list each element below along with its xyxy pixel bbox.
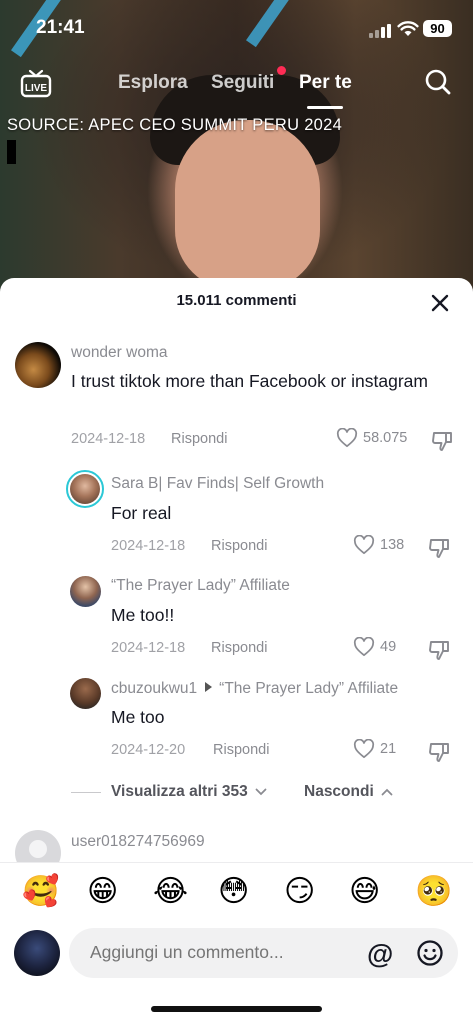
emoji-tears-of-joy[interactable]: 😂 (153, 875, 188, 909)
emoji-flushed[interactable]: 😳 (218, 875, 249, 909)
avatar[interactable] (70, 576, 101, 607)
search-icon[interactable] (424, 68, 452, 96)
like-button[interactable]: 138 (353, 535, 404, 555)
chevron-down-icon (255, 788, 267, 796)
reply-button[interactable]: Rispondi (213, 742, 269, 758)
avatar-story-ring[interactable] (66, 470, 104, 508)
comment-date: 2024-12-18 (71, 431, 146, 447)
emoji-quick-bar: 🥰 😁 😂 😳 😏 😅 🥺 (0, 862, 473, 922)
heart-icon (336, 428, 358, 448)
emoji-pleading[interactable]: 🥺 (415, 875, 452, 909)
mention-button[interactable]: @ (367, 939, 393, 970)
heart-icon (353, 739, 375, 759)
reply-item: Sara B| Fav Finds| Self Growth For real … (0, 468, 473, 564)
comment-username[interactable]: Sara B| Fav Finds| Self Growth (111, 475, 324, 493)
comment-text: I trust tiktok more than Facebook or ins… (71, 371, 428, 391)
comment-username-line: cbuzoukwu1 “The Prayer Lady” Affiliate (111, 680, 398, 698)
like-count: 21 (380, 741, 397, 757)
like-button[interactable]: 21 (353, 739, 396, 759)
caption-bar (7, 140, 16, 164)
feed-top-navigation: LIVE Esplora Seguiti Per te (0, 62, 473, 112)
avatar[interactable] (70, 678, 101, 709)
video-person-face (175, 120, 320, 290)
avatar (70, 474, 100, 504)
video-source-caption: SOURCE: APEC CEO SUMMIT PERU 2024 (7, 116, 343, 134)
dislike-icon[interactable] (428, 537, 452, 559)
emoji-smiling-hearts[interactable]: 🥰 (22, 875, 59, 909)
divider-line (71, 792, 101, 793)
comments-count-title: 15.011 commenti (176, 292, 297, 309)
like-button[interactable]: 49 (353, 637, 396, 657)
home-indicator[interactable] (151, 1006, 322, 1012)
comment-username[interactable]: user018274756969 (71, 833, 205, 851)
battery-indicator: 90 (423, 20, 452, 37)
comment-input-box[interactable]: @ (69, 928, 458, 978)
comment-username[interactable]: cbuzoukwu1 (111, 680, 197, 697)
tab-esplora[interactable]: Esplora (118, 72, 188, 94)
reply-button[interactable]: Rispondi (211, 538, 267, 554)
status-bar: 21:41 90 (0, 0, 473, 54)
comment-date: 2024-12-18 (111, 538, 186, 554)
avatar[interactable] (15, 342, 61, 388)
replies-toggle-row: Visualizza altri 353 Nascondi (71, 783, 411, 803)
like-count: 138 (380, 537, 405, 553)
my-avatar[interactable] (14, 930, 60, 976)
emoji-smirk[interactable]: 😏 (284, 875, 315, 909)
close-icon[interactable] (426, 289, 454, 317)
reply-button[interactable]: Rispondi (171, 431, 227, 447)
chevron-up-icon (381, 788, 393, 796)
heart-icon (353, 535, 375, 555)
notification-dot (277, 66, 286, 75)
live-tv-icon[interactable]: LIVE (20, 68, 52, 98)
dislike-icon[interactable] (431, 430, 455, 452)
like-button[interactable]: 58.075 (336, 428, 407, 448)
svg-text:LIVE: LIVE (25, 83, 48, 94)
comment-username[interactable]: wonder woma (71, 344, 168, 362)
comment-date: 2024-12-18 (111, 640, 186, 656)
like-count: 58.075 (363, 430, 408, 446)
tab-per-te[interactable]: Per te (299, 72, 352, 94)
dislike-icon[interactable] (428, 741, 452, 763)
reply-button[interactable]: Rispondi (211, 640, 267, 656)
replied-to-username[interactable]: “The Prayer Lady” Affiliate (219, 680, 398, 697)
status-time: 21:41 (36, 17, 85, 38)
dislike-icon[interactable] (428, 639, 452, 661)
emoji-picker-icon[interactable] (416, 939, 444, 967)
comment-date: 2024-12-20 (111, 742, 186, 758)
cellular-signal-icon (369, 24, 391, 38)
comment-text: For real (111, 503, 172, 523)
hide-replies-button[interactable]: Nascondi (304, 783, 393, 801)
comment-input[interactable] (90, 942, 350, 963)
view-more-replies-button[interactable]: Visualizza altri 353 (111, 783, 267, 801)
heart-icon (353, 637, 375, 657)
reply-item: “The Prayer Lady” Affiliate Me too!! 202… (0, 574, 473, 670)
tab-seguiti[interactable]: Seguiti (211, 72, 274, 94)
comment-text: Me too (111, 707, 165, 727)
comment-username[interactable]: “The Prayer Lady” Affiliate (111, 577, 290, 595)
reply-item: cbuzoukwu1 “The Prayer Lady” Affiliate Me… (0, 676, 473, 772)
comment-text: Me too!! (111, 605, 175, 625)
emoji-grin[interactable]: 😁 (87, 875, 118, 909)
wifi-icon (397, 21, 419, 36)
comment-item: wonder woma I trust tiktok more than Fac… (0, 340, 473, 460)
active-tab-indicator (307, 106, 343, 109)
like-count: 49 (380, 639, 397, 655)
reply-arrow-icon (205, 682, 213, 692)
avatar-silhouette (29, 840, 47, 858)
emoji-sweat-smile[interactable]: 😅 (349, 875, 380, 909)
